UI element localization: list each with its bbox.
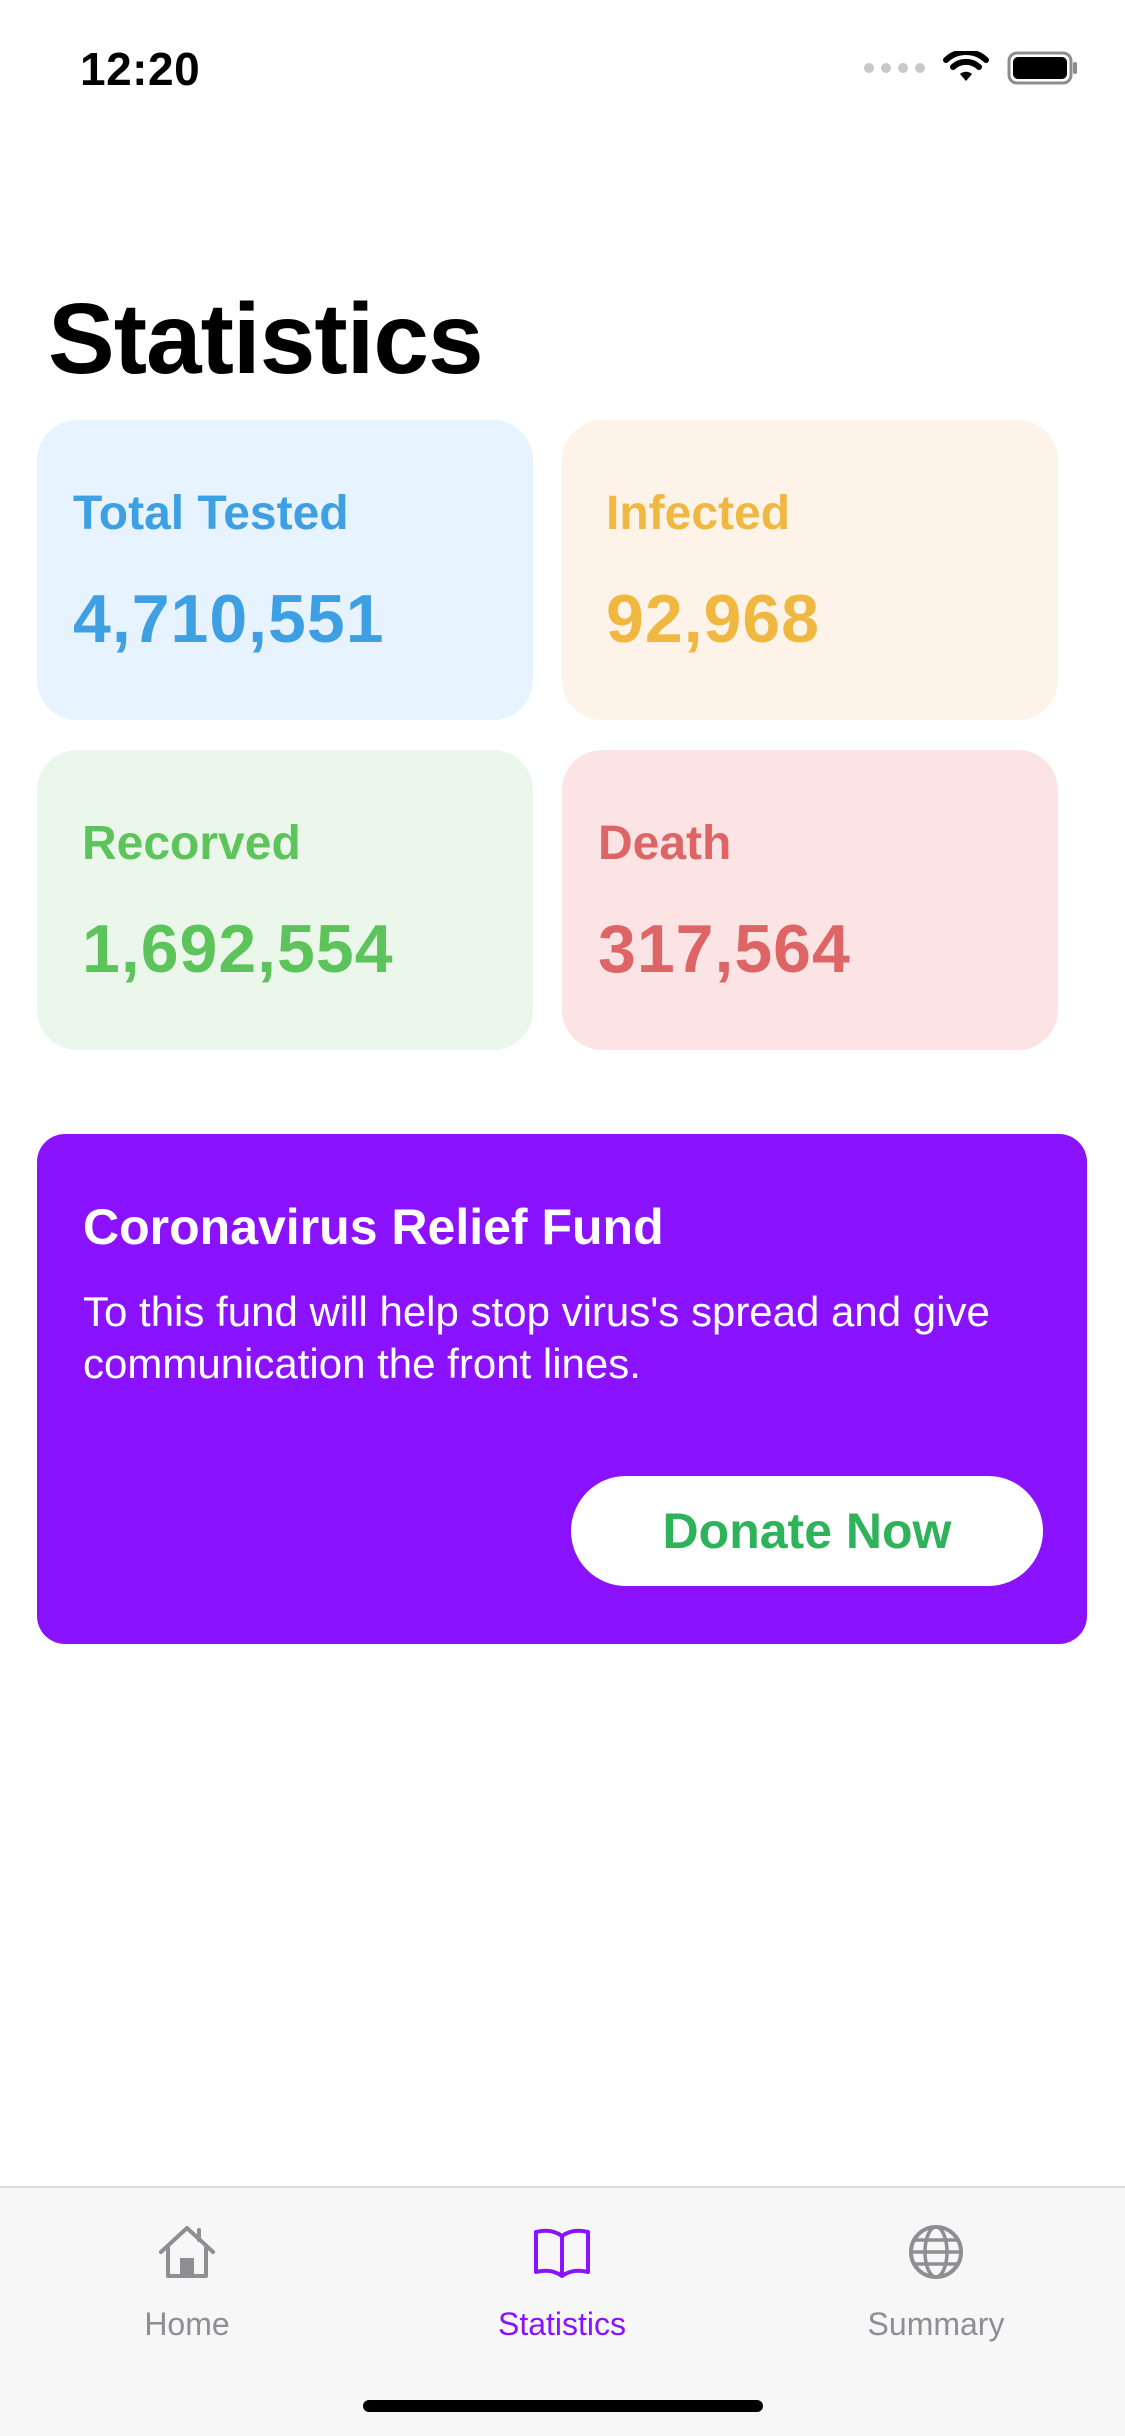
page-title: Statistics (48, 283, 484, 395)
tab-label: Statistics (497, 2306, 627, 2342)
tab-label: Home (144, 2306, 230, 2342)
home-indicator (363, 2400, 763, 2412)
status-bar: 12:20 (0, 0, 1125, 132)
stat-card-infected: Infected 92,968 (562, 420, 1058, 720)
tab-summary[interactable]: Summary (806, 2220, 1066, 2343)
fund-description: To this fund will help stop virus's spre… (83, 1288, 990, 1387)
book-icon (534, 2228, 590, 2278)
status-icons (864, 50, 1079, 86)
relief-fund-banner: Coronavirus Relief Fund To this fund wil… (37, 1134, 1087, 1644)
stat-label: Infected (606, 487, 791, 540)
stat-label: Total Tested (73, 487, 349, 540)
cellular-signal-icon (864, 63, 925, 73)
stat-value: 92,968 (606, 581, 820, 657)
globe-icon (909, 2225, 963, 2279)
battery-icon (1007, 51, 1077, 85)
stat-value: 1,692,554 (82, 911, 394, 987)
tab-home[interactable]: Home (57, 2220, 317, 2343)
stat-value: 317,564 (598, 911, 851, 987)
stat-card-total-tested: Total Tested 4,710,551 (37, 420, 533, 720)
stat-label: Death (598, 817, 732, 870)
tab-label: Summary (867, 2306, 1005, 2342)
stat-value: 4,710,551 (73, 581, 385, 657)
stat-label: Recorved (82, 817, 301, 870)
tab-bar: Home Statistics Summary (0, 2186, 1125, 2436)
stat-card-recovered: Recorved 1,692,554 (37, 750, 533, 1050)
donate-now-button[interactable]: Donate Now (571, 1476, 1043, 1586)
fund-title: Coronavirus Relief Fund (83, 1199, 664, 1255)
tab-statistics[interactable]: Statistics (432, 2220, 692, 2343)
wifi-icon (943, 51, 989, 81)
home-icon (159, 2226, 215, 2278)
status-time: 12:20 (80, 43, 201, 95)
stat-card-death: Death 317,564 (562, 750, 1058, 1050)
